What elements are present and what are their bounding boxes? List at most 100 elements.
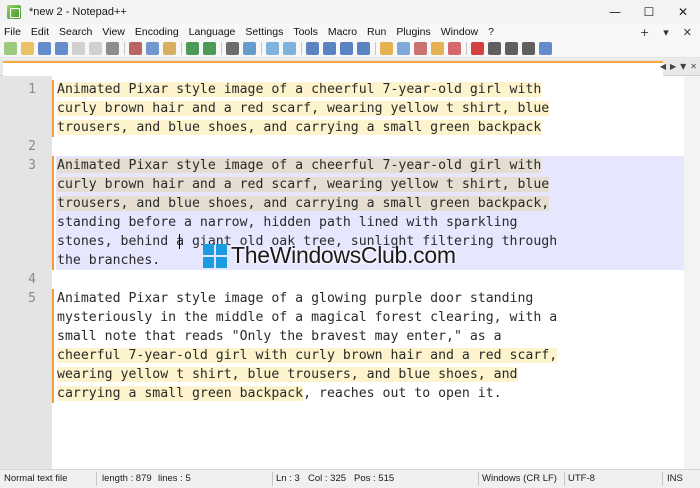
tab-list-icon[interactable]: ▼ [680,62,686,71]
zoom-in-icon[interactable] [266,42,279,55]
status-insert-mode[interactable]: INS [663,470,683,488]
highlighted-text: trousers, and blue shoes, and carrying a… [57,120,542,135]
toolbar-separator [466,42,467,55]
document-map-icon[interactable] [397,42,410,55]
zoom-out-icon[interactable] [283,42,296,55]
maximize-button[interactable]: ☐ [632,0,666,24]
text-line[interactable]: wearing yellow t shirt, blue trousers, a… [57,365,518,384]
text-line[interactable]: mysteriously in the middle of a magical … [57,308,557,327]
close-file-icon[interactable] [72,42,85,55]
paste-icon[interactable] [163,42,176,55]
highlighted-text: curly brown hair and a red scarf, wearin… [57,177,550,192]
line-number: 3 [28,158,36,173]
menu-edit[interactable]: Edit [31,26,49,38]
menu-bar-right: + ▾ ✕ [640,24,692,40]
record-macro-icon[interactable] [471,42,484,55]
text-line[interactable]: small note that reads "Only the bravest … [57,327,502,346]
notepad-plus-plus-window: *new 2 - Notepad++ — ☐ ✕ File Edit Search V… [0,0,700,488]
text-editor[interactable]: 1 Animated Pixar style image of a cheerfu… [0,76,700,469]
print-icon[interactable] [106,42,119,55]
notepad-plus-plus-icon [7,5,21,19]
text-line[interactable]: standing before a narrow, hidden path li… [57,213,518,232]
tab-new-2[interactable] [3,61,663,76]
window-title: *new 2 - Notepad++ [29,6,127,18]
run-macro-multiple-icon[interactable] [522,42,535,55]
new-file-icon[interactable] [4,42,17,55]
toolbar-separator [124,42,125,55]
menu-plugins[interactable]: Plugins [396,26,430,38]
save-icon[interactable] [38,42,51,55]
change-history-marker [52,80,54,137]
status-encoding: UTF-8 [568,473,595,484]
stop-macro-icon[interactable] [488,42,501,55]
tab-close-icon[interactable]: ✕ [690,62,697,71]
status-bar: Normal text file length : 879 lines : 5 … [0,469,700,488]
menu-encoding[interactable]: Encoding [135,26,179,38]
vertical-scrollbar[interactable] [684,76,700,469]
text-segment: Animated Pixar style image of a glowing … [57,291,534,306]
menu-language[interactable]: Language [189,26,236,38]
close-all-icon[interactable] [89,42,102,55]
tab-scroll-controls: ◀ ▶ ▼ ✕ [660,62,697,71]
text-line[interactable]: trousers, and blue shoes, and carrying a… [57,194,550,213]
text-line[interactable]: cheerful 7-year-old girl with curly brow… [57,346,558,365]
close-button[interactable]: ✕ [666,0,700,24]
menu-view[interactable]: View [102,26,125,38]
title-bar[interactable]: *new 2 - Notepad++ — ☐ ✕ [0,0,700,24]
all-chars-icon[interactable] [340,42,353,55]
menu-settings[interactable]: Settings [245,26,283,38]
close-document-button[interactable]: ✕ [683,26,692,39]
redo-icon[interactable] [203,42,216,55]
menu-help[interactable]: ? [488,26,494,38]
user-language-icon[interactable] [380,42,393,55]
minimize-button[interactable]: — [598,0,632,24]
tab-list-dropdown-button[interactable]: ▾ [663,26,669,39]
text-line[interactable]: Animated Pixar style image of a cheerful… [57,80,542,99]
tab-scroll-right-icon[interactable]: ▶ [670,62,676,71]
undo-icon[interactable] [186,42,199,55]
monitoring-icon[interactable] [448,42,461,55]
main-toolbar [0,40,700,58]
replace-icon[interactable] [243,42,256,55]
highlighted-text: carrying a small green backpack [57,386,304,401]
status-ln: Ln : 3 [276,473,300,484]
text-line[interactable]: trousers, and blue shoes, and carrying a… [57,118,542,137]
status-length: length : 879 [102,473,152,484]
text-segment: small note that reads "Only the bravest … [57,329,502,344]
menu-file[interactable]: File [4,26,21,38]
new-tab-button[interactable]: + [640,26,649,39]
status-eol: Windows (CR LF) [482,473,557,484]
function-list-icon[interactable] [414,42,427,55]
menu-macro[interactable]: Macro [328,26,357,38]
toolbar-separator [375,42,376,55]
menu-tools[interactable]: Tools [293,26,318,38]
menu-window[interactable]: Window [441,26,478,38]
text-line[interactable]: Animated Pixar style image of a glowing … [57,289,533,308]
sync-scroll-icon[interactable] [306,42,319,55]
text-line[interactable]: the branches. [57,251,160,270]
status-file-type: Normal text file [4,473,68,484]
text-line[interactable]: Animated Pixar style image of a cheerful… [57,156,542,175]
folder-workspace-icon[interactable] [431,42,444,55]
text-line[interactable]: curly brown hair and a red scarf, wearin… [57,175,550,194]
play-macro-icon[interactable] [505,42,518,55]
open-file-icon[interactable] [21,42,34,55]
save-all-icon[interactable] [55,42,68,55]
save-macro-icon[interactable] [539,42,552,55]
menu-search[interactable]: Search [59,26,92,38]
menu-run[interactable]: Run [367,26,386,38]
toolbar-separator [221,42,222,55]
find-icon[interactable] [226,42,239,55]
status-col: Col : 325 [308,473,347,484]
menu-bar: File Edit Search View Encoding Language Settin… [0,24,700,40]
window-controls: — ☐ ✕ [598,0,700,24]
toolbar-separator [301,42,302,55]
indent-guide-icon[interactable] [357,42,370,55]
text-line[interactable]: curly brown hair and a red scarf, wearin… [57,99,550,118]
word-wrap-icon[interactable] [323,42,336,55]
text-line[interactable]: carrying a small green backpack, reaches… [57,384,502,403]
copy-icon[interactable] [146,42,159,55]
cut-icon[interactable] [129,42,142,55]
tab-scroll-left-icon[interactable]: ◀ [660,62,666,71]
highlighted-text: curly brown hair and a red scarf, wearin… [57,101,550,116]
